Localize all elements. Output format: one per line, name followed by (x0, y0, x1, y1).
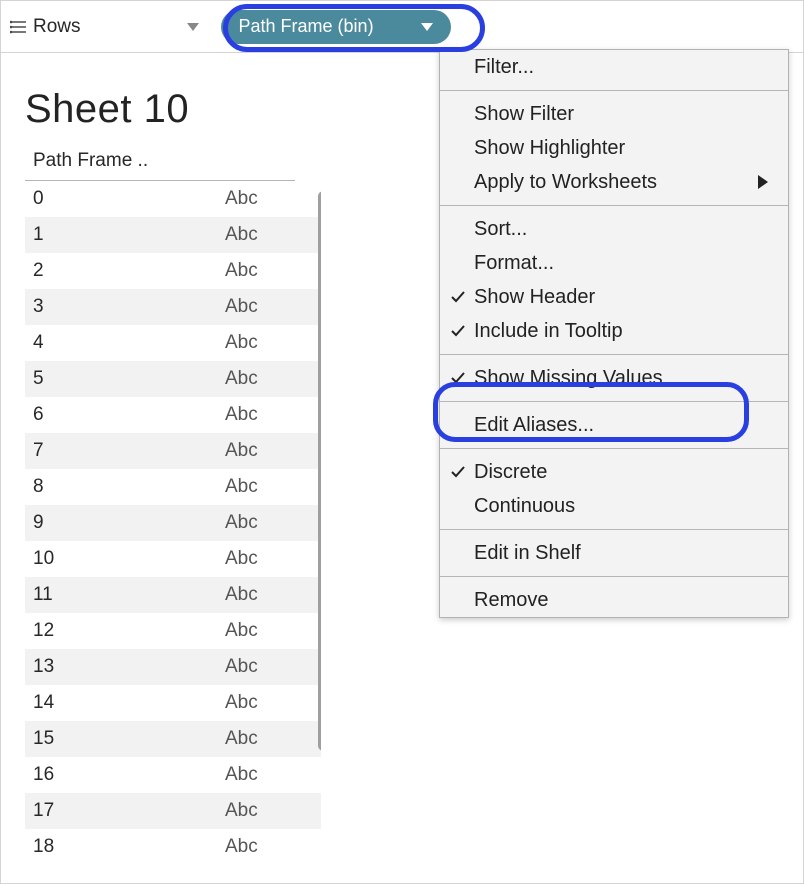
row-value: Abc (225, 512, 295, 534)
row-value: Abc (225, 764, 295, 786)
table-row[interactable]: 4Abc (25, 325, 321, 361)
row-value: Abc (225, 476, 295, 498)
table-row[interactable]: 5Abc (25, 361, 321, 397)
menu-apply-to-worksheets[interactable]: Apply to Worksheets (440, 165, 788, 199)
checkmark-icon (448, 287, 468, 307)
table-row[interactable]: 3Abc (25, 289, 321, 325)
row-value: Abc (225, 548, 295, 570)
menu-show-missing-values[interactable]: Show Missing Values (440, 361, 788, 395)
checkmark-icon (448, 462, 468, 482)
menu-show-header[interactable]: Show Header (440, 280, 788, 314)
row-key: 2 (25, 260, 225, 282)
pill-path-frame-bin[interactable]: Path Frame (bin) (221, 10, 451, 44)
menu-continuous[interactable]: Continuous (440, 489, 788, 523)
menu-separator (440, 401, 788, 402)
table-row[interactable]: 14Abc (25, 685, 321, 721)
row-value: Abc (225, 440, 295, 462)
pill-context-menu: Filter... Show Filter Show Highlighter A… (439, 49, 789, 618)
row-value: Abc (225, 332, 295, 354)
row-key: 8 (25, 476, 225, 498)
menu-remove[interactable]: Remove (440, 583, 788, 617)
table-row[interactable]: 10Abc (25, 541, 321, 577)
row-value: Abc (225, 296, 295, 318)
row-key: 1 (25, 224, 225, 246)
checkmark-icon (448, 321, 468, 341)
row-key: 0 (25, 188, 225, 210)
row-key: 13 (25, 656, 225, 678)
row-value: Abc (225, 836, 295, 858)
row-key: 5 (25, 368, 225, 390)
row-key: 9 (25, 512, 225, 534)
row-value: Abc (225, 368, 295, 390)
row-key: 11 (25, 584, 225, 606)
rows-icon (9, 18, 27, 36)
rows-shelf-label: Rows (33, 16, 81, 38)
row-value: Abc (225, 692, 295, 714)
checkmark-icon (448, 368, 468, 388)
menu-separator (440, 448, 788, 449)
table-row[interactable]: 1Abc (25, 217, 321, 253)
table-row[interactable]: 17Abc (25, 793, 321, 829)
menu-separator (440, 90, 788, 91)
menu-show-missing-values-label: Show Missing Values (474, 367, 663, 390)
menu-filter[interactable]: Filter... (440, 50, 788, 84)
row-value: Abc (225, 188, 295, 210)
menu-show-highlighter[interactable]: Show Highlighter (440, 131, 788, 165)
row-key: 7 (25, 440, 225, 462)
table-row[interactable]: 8Abc (25, 469, 321, 505)
row-key: 16 (25, 764, 225, 786)
table-row[interactable]: 6Abc (25, 397, 321, 433)
rows-shelf-dropdown-icon[interactable] (187, 23, 199, 31)
table-row[interactable]: 12Abc (25, 613, 321, 649)
table-row[interactable]: 7Abc (25, 433, 321, 469)
row-value: Abc (225, 584, 295, 606)
row-key: 18 (25, 836, 225, 858)
menu-show-filter[interactable]: Show Filter (440, 97, 788, 131)
table-row[interactable]: 13Abc (25, 649, 321, 685)
pill-dropdown-icon[interactable] (421, 23, 433, 31)
row-value: Abc (225, 728, 295, 750)
row-value: Abc (225, 800, 295, 822)
menu-separator (440, 529, 788, 530)
row-key: 15 (25, 728, 225, 750)
menu-sort[interactable]: Sort... (440, 212, 788, 246)
menu-edit-in-shelf[interactable]: Edit in Shelf (440, 536, 788, 570)
menu-discrete[interactable]: Discrete (440, 455, 788, 489)
row-value: Abc (225, 260, 295, 282)
row-key: 14 (25, 692, 225, 714)
menu-include-in-tooltip[interactable]: Include in Tooltip (440, 314, 788, 348)
row-key: 12 (25, 620, 225, 642)
row-value: Abc (225, 656, 295, 678)
row-key: 10 (25, 548, 225, 570)
row-key: 3 (25, 296, 225, 318)
scrollbar-thumb[interactable] (318, 191, 321, 751)
table-row[interactable]: 9Abc (25, 505, 321, 541)
table-row[interactable]: 2Abc (25, 253, 321, 289)
row-value: Abc (225, 620, 295, 642)
table-column-header[interactable]: Path Frame .. (25, 150, 295, 181)
menu-separator (440, 205, 788, 206)
menu-include-in-tooltip-label: Include in Tooltip (474, 320, 623, 343)
menu-edit-aliases[interactable]: Edit Aliases... (440, 408, 788, 442)
data-table: 0Abc1Abc2Abc3Abc4Abc5Abc6Abc7Abc8Abc9Abc… (25, 181, 321, 861)
row-key: 6 (25, 404, 225, 426)
pill-label: Path Frame (bin) (239, 16, 374, 37)
menu-separator (440, 354, 788, 355)
row-value: Abc (225, 224, 295, 246)
table-row[interactable]: 11Abc (25, 577, 321, 613)
row-key: 4 (25, 332, 225, 354)
table-row[interactable]: 18Abc (25, 829, 321, 861)
menu-format[interactable]: Format... (440, 246, 788, 280)
row-value: Abc (225, 404, 295, 426)
table-row[interactable]: 15Abc (25, 721, 321, 757)
table-row[interactable]: 16Abc (25, 757, 321, 793)
table-row[interactable]: 0Abc (25, 181, 321, 217)
row-key: 17 (25, 800, 225, 822)
menu-show-header-label: Show Header (474, 286, 595, 309)
menu-discrete-label: Discrete (474, 461, 547, 484)
menu-separator (440, 576, 788, 577)
